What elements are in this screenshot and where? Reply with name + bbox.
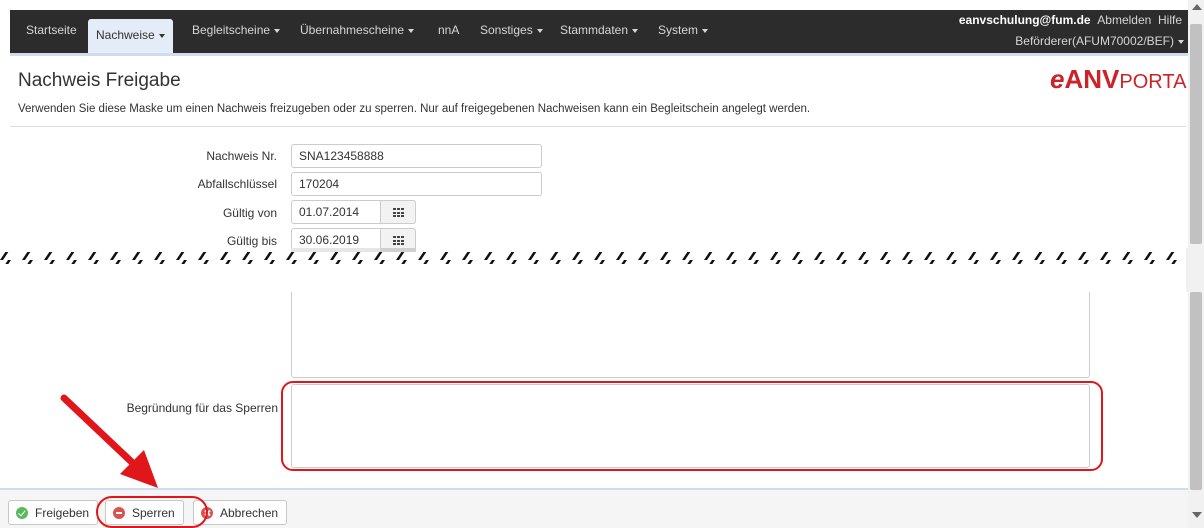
- freigeben-label: Freigeben: [35, 506, 90, 520]
- annotation-highlight-textarea: [281, 381, 1103, 471]
- previous-reason-textarea[interactable]: [291, 292, 1090, 378]
- annotation-highlight-sperren: [96, 496, 208, 528]
- page-title: Nachweis Freigabe: [18, 70, 181, 91]
- nav-nachweise[interactable]: Nachweise: [88, 19, 173, 56]
- calendar-icon: [393, 208, 404, 217]
- eanv-portal-logo: eANVPORTAL: [1050, 64, 1198, 95]
- nav-sonstiges[interactable]: Sonstiges: [480, 23, 543, 37]
- nav-system-label: System: [658, 23, 699, 37]
- page: Startseite Nachweise Begleitscheine Über…: [0, 0, 1204, 528]
- nav-sonstiges-label: Sonstiges: [480, 23, 533, 37]
- role-selector[interactable]: Beförderer(AFUM70002/BEF): [1015, 34, 1184, 48]
- role-label: Beförderer(AFUM70002/BEF): [1015, 34, 1174, 48]
- top-navbar: Startseite Nachweise Begleitscheine Über…: [10, 10, 1192, 56]
- gueltig-von-label: Gültig von: [222, 206, 277, 220]
- divider: [10, 126, 1186, 127]
- logout-link[interactable]: Abmelden: [1097, 13, 1151, 27]
- logo-portal: PORTAL: [1119, 71, 1198, 93]
- user-email: eanvschulung@fum.de: [958, 13, 1091, 27]
- scroll-up-icon[interactable]: [1192, 4, 1202, 10]
- intro-text: Verwenden Sie diese Maske um einen Nachw…: [18, 103, 811, 115]
- nachweis-nr-label: Nachweis Nr.: [206, 149, 277, 163]
- navbar-accent-line: [10, 53, 1192, 56]
- screenshot-tear: [0, 248, 1204, 292]
- abfallschluessel-label: Abfallschlüssel: [197, 177, 277, 191]
- tear-edge-icon: [0, 248, 1204, 292]
- chevron-down-icon: [632, 28, 639, 33]
- gueltig-von-input[interactable]: 01.07.2014: [291, 200, 381, 224]
- logo-e: e: [1050, 64, 1065, 94]
- logo-anv: ANV: [1064, 64, 1120, 94]
- user-bar: eanvschulung@fum.de Abmelden Hilfe: [959, 13, 1182, 27]
- nav-begleitscheine-label: Begleitscheine: [192, 23, 271, 37]
- scrollbar-thumb-lower[interactable]: [1190, 292, 1202, 490]
- annotation-arrow-icon: [60, 394, 158, 488]
- abbrechen-label: Abbrechen: [220, 506, 279, 520]
- chevron-down-icon: [702, 28, 709, 33]
- chevron-down-icon: [1178, 39, 1184, 44]
- scroll-down-icon[interactable]: [1192, 512, 1202, 518]
- nav-system[interactable]: System: [658, 23, 709, 37]
- nachweis-nr-input[interactable]: SNA123458888: [291, 144, 542, 168]
- nav-nna[interactable]: nnA: [438, 23, 459, 37]
- chevron-down-icon: [274, 28, 281, 33]
- gueltig-bis-label: Gültig bis: [226, 234, 277, 248]
- calendar-icon: [393, 236, 404, 245]
- chevron-down-icon: [536, 28, 543, 33]
- nav-nachweise-label: Nachweise: [96, 28, 155, 42]
- chevron-down-icon: [408, 28, 415, 33]
- nav-startseite[interactable]: Startseite: [26, 23, 77, 37]
- nav-stammdaten[interactable]: Stammdaten: [560, 23, 639, 37]
- nav-uebernahmescheine[interactable]: Übernahmescheine: [300, 23, 415, 37]
- check-circle-icon: [16, 507, 28, 519]
- nav-stammdaten-label: Stammdaten: [560, 23, 629, 37]
- chevron-down-icon: [158, 33, 165, 38]
- abfallschluessel-input[interactable]: 170204: [291, 172, 542, 196]
- scrollbar-thumb-upper[interactable]: [1190, 24, 1202, 244]
- help-link[interactable]: Hilfe: [1158, 13, 1182, 27]
- gueltig-von-calendar-button[interactable]: [380, 200, 416, 224]
- freigeben-button[interactable]: Freigeben: [8, 500, 99, 525]
- nav-begleitscheine[interactable]: Begleitscheine: [192, 23, 281, 37]
- nav-uebernahmescheine-label: Übernahmescheine: [300, 23, 405, 37]
